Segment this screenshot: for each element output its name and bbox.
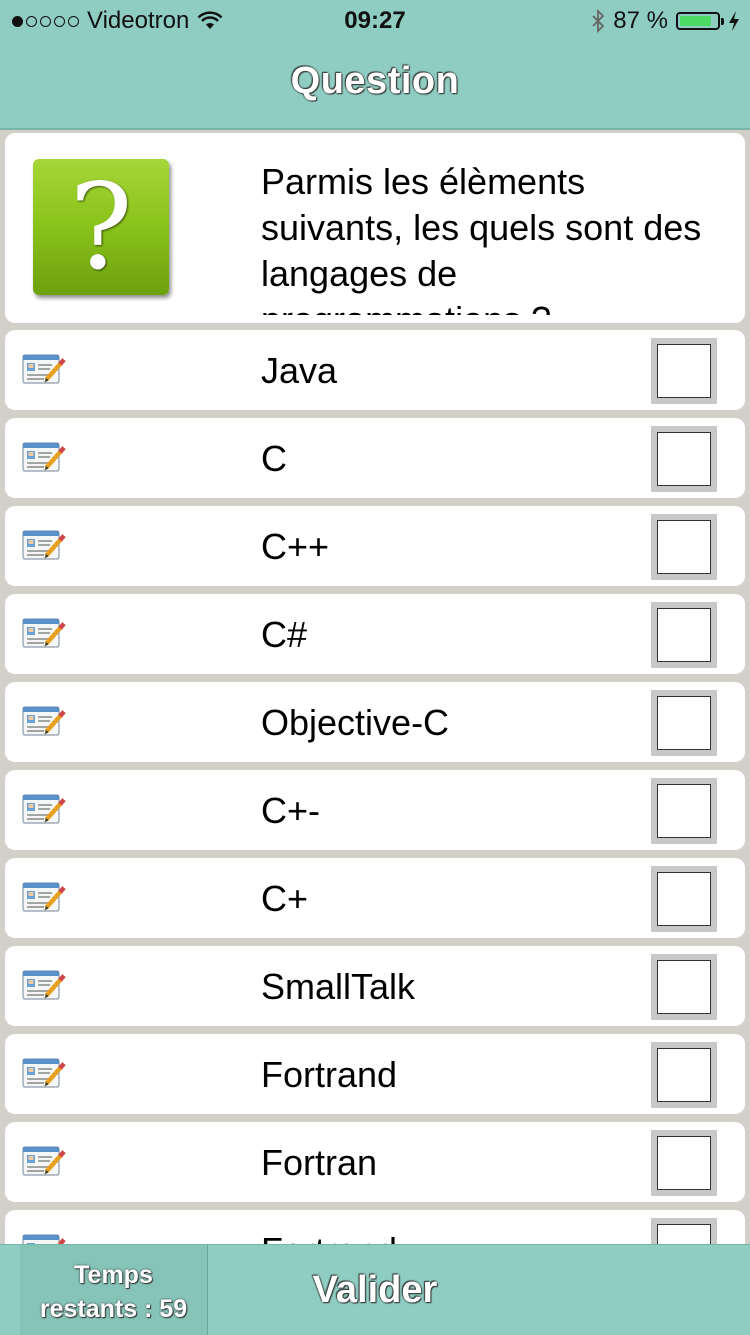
answer-row[interactable]: SmallTalk [5,946,745,1026]
answer-label: Fortrand [261,1054,398,1095]
answer-row[interactable]: C++ [5,506,745,586]
navigation-bar: Question [0,40,750,130]
checkbox-box [657,784,711,838]
timer-label: Temps [74,1261,153,1289]
answer-label: C++ [261,526,330,567]
bottom-toolbar: Temps restants : 59 Valider [0,1244,750,1335]
edit-document-icon [22,1146,66,1176]
question-text: Parmis les élèments suivants, les quels … [261,161,702,315]
answer-row[interactable]: C+ [5,858,745,938]
battery-icon [676,12,724,30]
page-title: Question [290,60,460,102]
checkbox-box [657,872,711,926]
checkbox-box [657,520,711,574]
answer-row[interactable]: Objective-C [5,682,745,762]
edit-document-icon [22,794,66,824]
edit-document-icon [22,442,66,472]
battery-percent: 87 % [613,7,668,34]
bluetooth-icon [592,9,605,33]
answer-checkbox[interactable] [651,426,717,492]
answer-checkbox[interactable] [651,954,717,1020]
edit-document-icon [22,618,66,648]
timer-value: restants : 59 [39,1295,188,1323]
edit-document-icon [22,530,66,560]
status-right: 87 % [591,7,740,35]
answer-checkbox[interactable] [651,1130,717,1196]
checkbox-box [657,696,711,750]
question-mark-icon: ? [33,159,169,295]
checkbox-box [657,344,711,398]
validate-button[interactable]: Valider [208,1245,542,1335]
edit-document-icon [22,354,66,384]
edit-document-icon [22,970,66,1000]
answer-label: SmallTalk [261,966,416,1007]
checkbox-box [657,1136,711,1190]
answer-checkbox[interactable] [651,602,717,668]
checkbox-box [657,1048,711,1102]
answer-checkbox[interactable] [651,690,717,756]
answer-checkbox[interactable] [651,338,717,404]
answer-label: C [261,438,287,479]
answer-label: C+ [261,878,309,919]
answer-row[interactable]: Java [5,330,745,410]
answer-row[interactable]: Fortrand [5,1034,745,1114]
question-card: ? Parmis les élèments suivants, les quel… [5,133,745,323]
answer-checkbox[interactable] [651,778,717,844]
answer-row[interactable]: C+- [5,770,745,850]
charging-bolt-icon [729,11,739,31]
time-remaining: Temps restants : 59 [20,1245,208,1335]
battery-fill [680,16,712,26]
answer-row[interactable]: C [5,418,745,498]
answer-checkbox[interactable] [651,514,717,580]
answer-label: C# [261,614,308,655]
checkbox-box [657,432,711,486]
answer-row[interactable]: Fortran [5,1122,745,1202]
answer-label: Java [261,350,338,391]
answer-label: Fortran [261,1142,378,1183]
edit-document-icon [22,706,66,736]
status-bar: Videotron 09:27 87 % [0,0,750,40]
checkbox-box [657,960,711,1014]
answer-label: Objective-C [261,702,450,743]
edit-document-icon [22,882,66,912]
answer-checkbox[interactable] [651,1042,717,1108]
edit-document-icon [22,1058,66,1088]
answer-row[interactable]: C# [5,594,745,674]
answer-checkbox[interactable] [651,866,717,932]
answer-label: C+- [261,790,321,831]
checkbox-box [657,608,711,662]
